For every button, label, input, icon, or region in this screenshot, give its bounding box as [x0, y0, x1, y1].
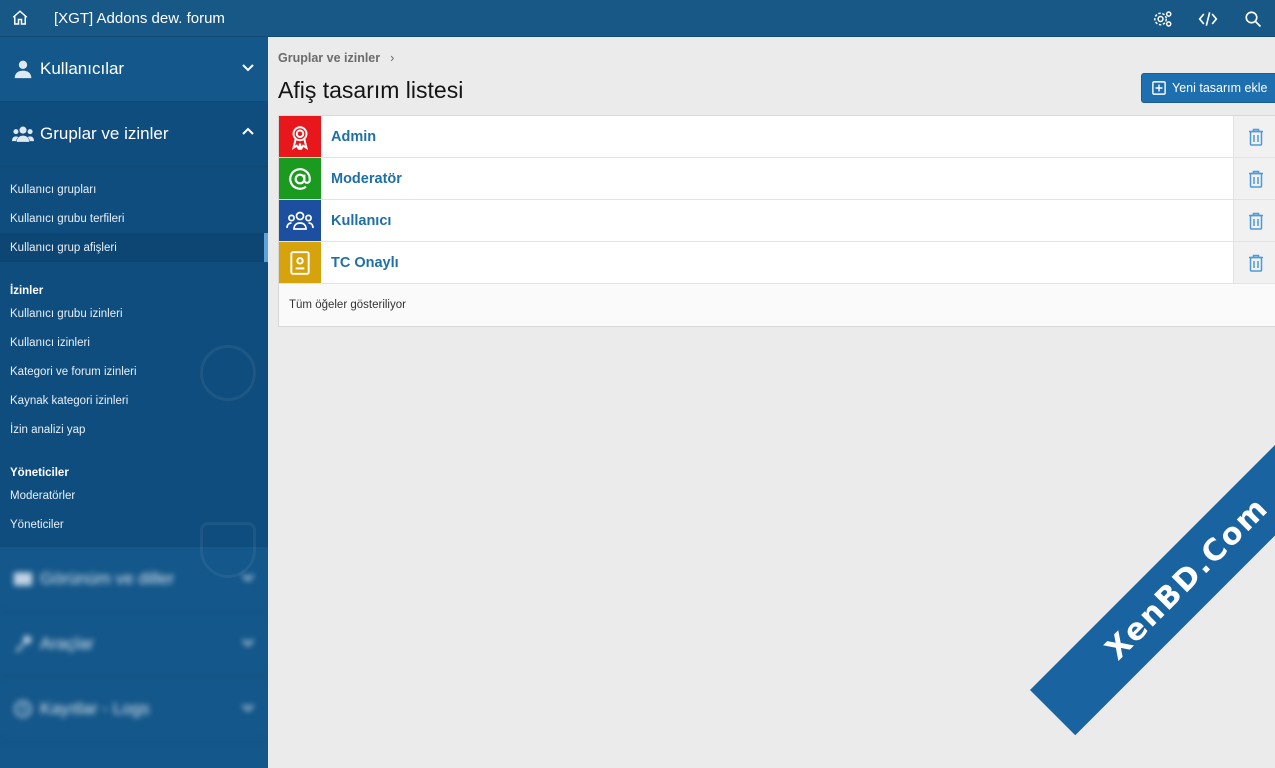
sidebar-item-group-promotions[interactable]: Kullanıcı grubu terfileri [0, 204, 268, 233]
history-icon [12, 698, 34, 720]
sidebar-item-permission-analysis[interactable]: İzin analizi yap [0, 415, 268, 444]
banner-name[interactable]: Moderatör [331, 171, 402, 187]
trash-icon[interactable] [1233, 116, 1275, 157]
home-icon[interactable] [0, 0, 40, 37]
award-icon [279, 116, 321, 157]
list-item[interactable]: TC Onaylı [279, 242, 1275, 284]
wrench-icon [12, 633, 34, 655]
page-title: Afiş tasarım listesi [278, 77, 464, 103]
list-item[interactable]: Kullanıcı [279, 200, 1275, 242]
breadcrumb-separator-icon: › [390, 51, 395, 65]
sidebar-heading-permissions: İzinler [10, 285, 44, 297]
list-footer: Tüm öğeler gösteriliyor [279, 284, 1275, 326]
sidebar-item-resource-permissions[interactable]: Kaynak kategori izinleri [0, 386, 268, 415]
code-icon[interactable] [1185, 0, 1230, 37]
trash-icon[interactable] [1233, 158, 1275, 199]
gears-icon[interactable] [1140, 0, 1185, 37]
user-icon [12, 58, 34, 80]
add-design-label: Yeni tasarım ekle [1172, 81, 1268, 95]
plus-square-icon [1152, 81, 1166, 95]
breadcrumb-link[interactable]: Gruplar ve izinler [278, 51, 380, 65]
search-icon[interactable] [1230, 0, 1275, 37]
at-icon [279, 158, 321, 199]
chevron-down-icon [242, 574, 254, 582]
sidebar-section-groups[interactable]: Gruplar ve izinler [0, 102, 268, 167]
sidebar-section-label: Görünüm ve diller [40, 569, 175, 588]
chevron-down-icon [242, 639, 254, 647]
banner-name[interactable]: TC Onaylı [331, 255, 399, 271]
sidebar-section-label: Kullanıcılar [40, 59, 125, 78]
list-item[interactable]: Admin [279, 116, 1275, 158]
top-bar: [XGT] Addons dew. forum [0, 0, 1275, 37]
chevron-down-icon [242, 704, 254, 712]
sidebar-item-forum-permissions[interactable]: Kategori ve forum izinleri [0, 357, 268, 386]
chevron-down-icon [242, 64, 254, 72]
sidebar-item-administrators[interactable]: Yöneticiler [0, 510, 268, 539]
id-badge-icon [279, 242, 321, 283]
sidebar-section-label: Araçlar [40, 634, 94, 653]
sidebar-submenu: Kullanıcı grupları Kullanıcı grubu terfi… [0, 167, 268, 578]
add-design-button[interactable]: Yeni tasarım ekle [1141, 73, 1275, 103]
sidebar-item-group-permissions[interactable]: Kullanıcı grubu izinleri [0, 299, 268, 328]
top-actions [1140, 0, 1275, 37]
sidebar-section-logs[interactable]: Kayıtlar - Logs [0, 677, 268, 742]
trash-icon[interactable] [1233, 200, 1275, 241]
breadcrumb: Gruplar ve izinler › [278, 51, 394, 65]
sidebar: Kullanıcılar Gruplar ve izinler Kullanıc… [0, 37, 268, 768]
sidebar-item-user-permissions[interactable]: Kullanıcı izinleri [0, 328, 268, 357]
sidebar-item-user-groups[interactable]: Kullanıcı grupları [0, 175, 268, 204]
sidebar-section-tools[interactable]: Araçlar [0, 612, 268, 677]
trash-icon[interactable] [1233, 242, 1275, 283]
banner-name[interactable]: Admin [331, 129, 376, 145]
users-icon [279, 200, 321, 241]
list-item[interactable]: Moderatör [279, 158, 1275, 200]
sidebar-heading-managers: Yöneticiler [10, 467, 69, 479]
banner-name[interactable]: Kullanıcı [331, 213, 391, 229]
sidebar-item-group-banners[interactable]: Kullanıcı grup afişleri [0, 233, 268, 262]
banner-list: Admin Moderatör Kullanıcı TC Onaylı Tüm … [278, 115, 1275, 327]
sidebar-section-users[interactable]: Kullanıcılar [0, 37, 268, 102]
sidebar-collapsed-sections: Görünüm ve diller Araçlar Kayıtlar - Log… [0, 547, 268, 742]
users-icon [12, 123, 34, 145]
app-title[interactable]: [XGT] Addons dew. forum [54, 10, 225, 27]
sidebar-section-label: Kayıtlar - Logs [40, 699, 150, 718]
chevron-up-icon [242, 127, 254, 135]
image-icon [12, 568, 34, 590]
sidebar-section-label: Gruplar ve izinler [40, 124, 169, 143]
sidebar-section-appearance[interactable]: Görünüm ve diller [0, 547, 268, 612]
sidebar-item-moderators[interactable]: Moderatörler [0, 481, 268, 510]
